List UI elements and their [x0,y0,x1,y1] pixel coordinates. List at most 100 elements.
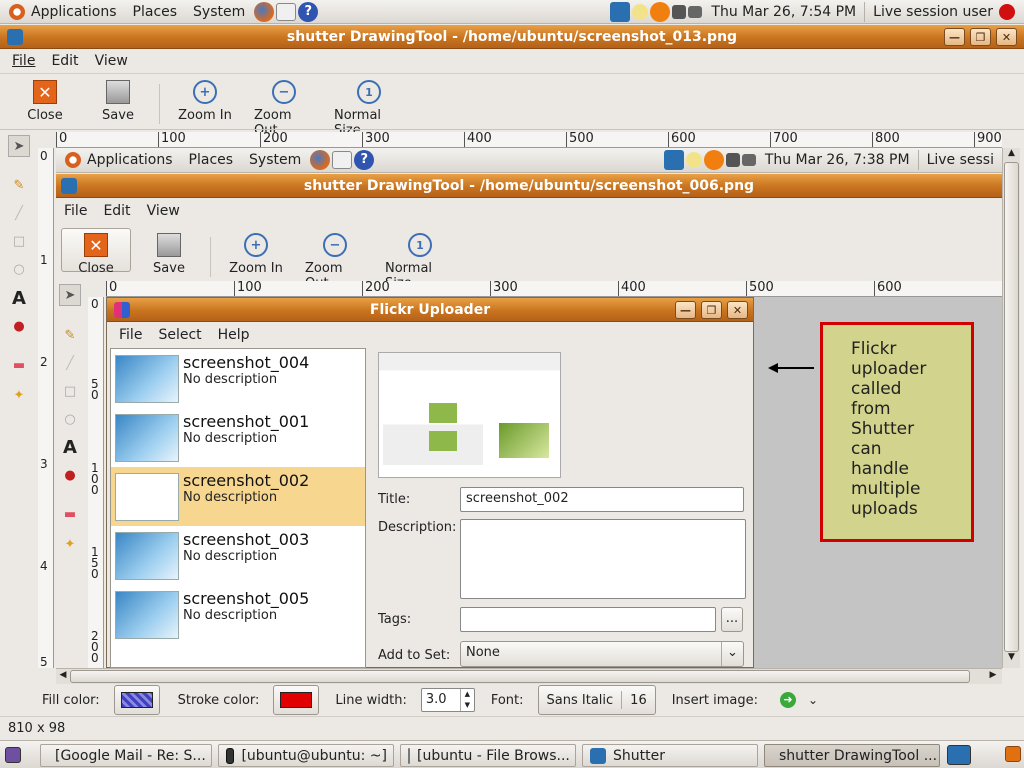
fill-color-swatch [120,692,153,708]
close-window-button[interactable]: ✕ [996,28,1017,46]
taskbar-item-google-mail[interactable]: [Google Mail - Re: S... [40,744,212,767]
zoom-in-icon: + [193,80,217,104]
scroll-down-arrow[interactable]: ▼ [1004,652,1019,666]
shutter-app-icon [61,178,77,194]
text-tool-icon[interactable]: A [8,287,30,309]
taskbar-item-file-browser[interactable]: [ubuntu - File Brows... [400,744,576,767]
zoom-in-icon: + [244,233,268,257]
select-tool-icon[interactable]: ➤ [8,135,30,157]
taskbar-label: Shutter [613,747,665,764]
fill-color-label: Fill color: [42,692,100,708]
update-notifier-icon[interactable] [650,1,671,22]
inner-user-menu: Live sessi [919,152,1002,168]
scroll-left-arrow[interactable]: ◀ [56,670,70,683]
insert-image-arrow-icon[interactable]: ➜ [780,692,797,708]
fill-color-button[interactable] [113,685,160,715]
close-icon: ✕ [84,233,108,257]
font-button[interactable]: Sans Italic 16 [537,685,656,715]
inner-menu-edit: Edit [103,203,131,219]
taskbar-item-terminal[interactable]: [ubuntu@ubuntu: ~] [218,744,394,767]
inner-top-panel: Applications Places System ? Thu Mar 26,… [56,148,1002,173]
help-icon: ? [354,150,375,170]
shutdown-icon[interactable] [999,3,1015,20]
add-to-set-select: None ⌄ [460,641,744,667]
ruler-tick: 100 [234,281,262,296]
firefox-icon[interactable] [254,1,275,22]
inner-window-titlebar: shutter DrawingTool - /home/ubuntu/scree… [56,174,1002,198]
ellipse-tool-icon[interactable]: ○ [8,258,30,280]
inner-save-label: Save [153,261,185,276]
network-icon[interactable] [672,4,687,19]
ruler-tick: 0 [106,281,117,296]
ruler-tick: 3 [40,457,48,471]
item-title: screenshot_003 [183,530,310,549]
scroll-thumb[interactable] [1004,162,1019,652]
horizontal-ruler: 0 100 200 300 400 500 600 700 800 900 [56,132,1002,148]
zoom-in-button[interactable]: + Zoom In [166,80,244,123]
shutter-icon [590,747,606,764]
mail-icon[interactable] [276,2,297,21]
tags-label: Tags: [378,612,412,627]
minimize-button[interactable]: — [944,28,965,46]
line-tool-icon: ╱ [66,355,74,371]
line-tool-icon[interactable]: ╱ [8,202,30,224]
update-notifier-icon [703,150,724,170]
taskbar-item-shutter[interactable]: Shutter [582,744,758,767]
scroll-right-arrow[interactable]: ▶ [986,670,1000,683]
save-icon [157,233,181,257]
maximize-button[interactable]: ❐ [970,28,991,46]
lightbulb-icon[interactable] [632,3,649,20]
close-icon: ✕ [33,80,57,104]
inner-close-label: Close [78,261,114,276]
add-to-set-label: Add to Set: [378,648,451,663]
stroke-color-button[interactable] [273,685,320,715]
rectangle-tool-icon[interactable]: □ [8,230,30,252]
censor-tool-icon[interactable]: ● [8,315,30,337]
rectangle-tool-icon: □ [63,383,77,399]
window-titlebar[interactable]: shutter DrawingTool - /home/ubuntu/scree… [0,25,1024,49]
canvas[interactable]: Applications Places System ? Thu Mar 26,… [56,148,1002,668]
eraser-tool-icon[interactable]: ▬ [8,354,30,376]
shutter-tray-icon[interactable] [610,1,631,22]
spin-arrows-icon[interactable]: ▲ ▼ [459,689,474,711]
clear-tool-icon[interactable]: ✦ [8,384,30,406]
workspace-switcher-icon[interactable] [947,745,971,765]
ubuntu-logo-icon [65,152,81,168]
help-icon[interactable]: ? [298,1,319,22]
flickr-menu-file: File [119,327,143,343]
ruler-tick: 200 [362,281,390,296]
scroll-thumb[interactable] [70,670,970,683]
ruler-tick: 200 [260,132,288,147]
annotation-text: Flickr uploader called from Shutter can … [851,339,927,519]
taskbar-item-drawingtool[interactable]: shutter DrawingTool ... [764,744,940,767]
applications-label: Applications [31,3,117,20]
status-bar: 810 x 98 [0,716,1024,740]
places-menu[interactable]: Places [125,4,186,20]
user-menu[interactable]: Live session user [865,3,1024,20]
inner-user-label: Live sessi [926,152,994,168]
system-menu[interactable]: System [185,4,253,20]
vertical-scrollbar[interactable]: ▲ ▼ [1002,148,1020,668]
tool-palette: ➤ ✎ ╱ □ ○ A ● ▬ ✦ [4,132,36,412]
ruler-tick: 0 [91,651,99,665]
menu-edit[interactable]: Edit [43,53,86,69]
line-width-spinner[interactable]: 3.0 ▲ ▼ [420,688,475,712]
show-desktop-icon[interactable] [5,747,21,763]
clock[interactable]: Thu Mar 26, 7:54 PM [703,4,864,20]
user-label: Live session user [873,3,993,20]
save-button[interactable]: Save [83,80,153,123]
close-button[interactable]: ✕ Close [15,80,75,123]
applications-menu[interactable]: Applications [0,3,125,20]
volume-icon[interactable] [688,5,703,18]
pencil-tool-icon[interactable]: ✎ [8,174,30,196]
menu-view[interactable]: View [87,53,136,69]
scroll-up-arrow[interactable]: ▲ [1004,148,1019,162]
inner-applications-menu: Applications [56,152,181,168]
horizontal-scrollbar[interactable]: ◀ ▶ [56,668,1002,684]
chevron-down-icon[interactable]: ⌄ [808,693,818,707]
menu-file[interactable]: File [4,53,43,69]
inner-horizontal-ruler: 0 100 200 300 400 500 600 [106,281,1002,297]
text-tool-icon: A [63,436,77,458]
trash-icon[interactable] [1005,746,1021,762]
inner-window-title: shutter DrawingTool - /home/ubuntu/scree… [303,177,755,194]
